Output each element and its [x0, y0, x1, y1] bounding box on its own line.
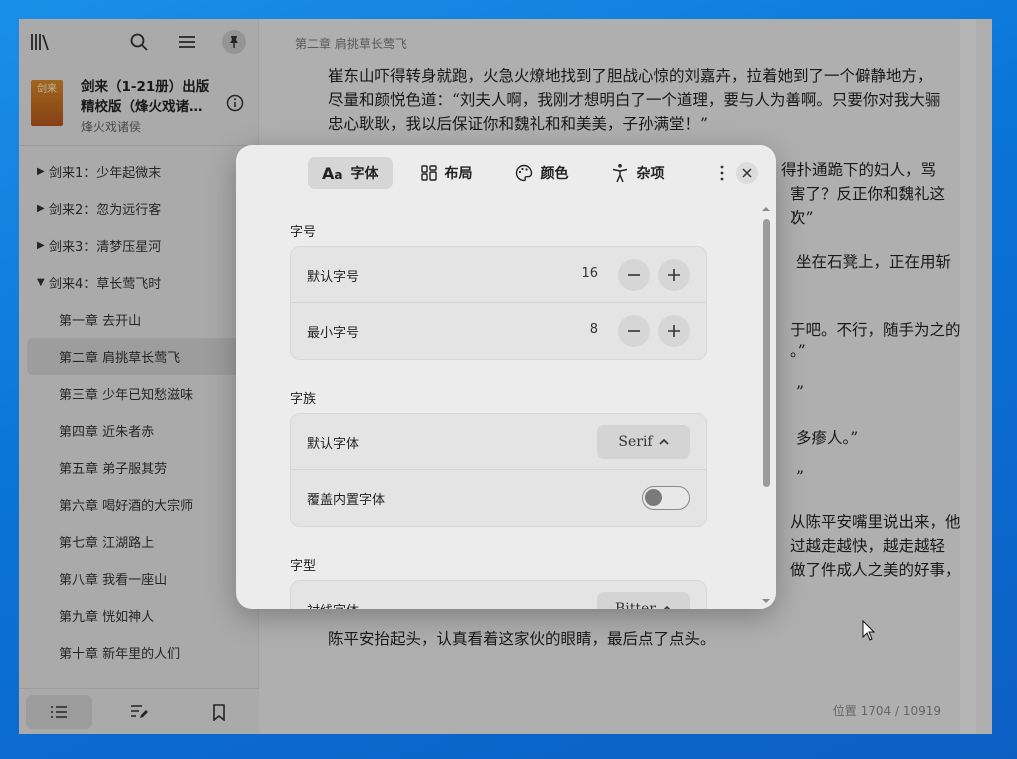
tab-label: 杂项 — [636, 166, 665, 182]
mouse-cursor-icon — [862, 620, 876, 641]
tab-layout[interactable]: 布局 — [407, 157, 487, 189]
default-font-value: Serif — [618, 434, 653, 450]
chevron-up-icon — [663, 606, 671, 609]
section-font-size: 字号 — [290, 225, 317, 240]
min-size-value: 8 — [589, 322, 598, 337]
scroll-down-icon[interactable] — [760, 597, 772, 605]
default-size-row: 默认字号 16 — [291, 247, 706, 303]
font-size-card: 默认字号 16 最小字号 8 — [290, 246, 707, 360]
section-font-family: 字族 — [290, 392, 317, 407]
default-size-increase-button[interactable] — [658, 259, 690, 291]
tab-label: 字体 — [350, 166, 379, 182]
default-font-row: 默认字体 Serif — [291, 414, 706, 470]
settings-content[interactable]: 字号 默认字号 16 最小字号 8 字族 默认字体 Serif 覆盖内置字体 字… — [236, 205, 766, 609]
font-face-card: 衬线字体 Bitter — [290, 580, 707, 609]
min-size-decrease-button[interactable] — [618, 315, 650, 347]
serif-font-value: Bitter — [615, 601, 656, 609]
plus-icon — [668, 269, 680, 281]
min-size-label: 最小字号 — [307, 326, 360, 341]
more-options-icon[interactable] — [712, 161, 732, 185]
tab-font[interactable]: Aa 字体 — [308, 157, 393, 189]
default-size-value: 16 — [581, 266, 598, 281]
override-font-row: 覆盖内置字体 — [291, 470, 706, 526]
serif-font-dropdown[interactable]: Bitter — [597, 592, 690, 609]
font-family-card: 默认字体 Serif 覆盖内置字体 — [290, 413, 707, 527]
dialog-scrollbar-thumb[interactable] — [763, 219, 770, 487]
serif-font-label: 衬线字体 — [307, 600, 359, 609]
tab-label: 布局 — [444, 166, 473, 182]
default-font-dropdown[interactable]: Serif — [597, 425, 690, 459]
close-icon — [742, 168, 752, 178]
scroll-up-icon[interactable] — [760, 205, 772, 213]
close-button[interactable] — [736, 162, 758, 184]
dialog-scrollbar[interactable] — [760, 203, 772, 607]
tab-misc[interactable]: 杂项 — [597, 157, 679, 189]
override-font-label: 覆盖内置字体 — [307, 493, 386, 508]
chevron-up-icon — [659, 439, 669, 445]
section-font-face: 字型 — [290, 559, 317, 574]
default-size-label: 默认字号 — [307, 270, 360, 285]
layout-icon — [420, 165, 437, 181]
toggle-knob — [645, 489, 662, 506]
default-size-decrease-button[interactable] — [618, 259, 650, 291]
font-icon: Aa — [322, 163, 343, 183]
settings-tabs: Aa 字体 布局 颜色 杂项 — [308, 157, 679, 189]
font-settings-dialog: Aa 字体 布局 颜色 杂项 字号 默认字号 16 最小字号 8 字族 默认字体… — [236, 145, 776, 609]
palette-icon — [515, 164, 532, 182]
tab-color[interactable]: 颜色 — [501, 157, 583, 189]
min-size-increase-button[interactable] — [658, 315, 690, 347]
minus-icon — [628, 274, 640, 276]
serif-font-row: 衬线字体 Bitter — [291, 581, 706, 609]
accessibility-icon — [612, 164, 627, 183]
plus-icon — [668, 325, 680, 337]
override-font-toggle[interactable] — [642, 486, 690, 510]
default-font-label: 默认字体 — [307, 437, 360, 452]
minus-icon — [628, 330, 640, 332]
tab-label: 颜色 — [540, 166, 569, 182]
min-size-row: 最小字号 8 — [291, 303, 706, 359]
